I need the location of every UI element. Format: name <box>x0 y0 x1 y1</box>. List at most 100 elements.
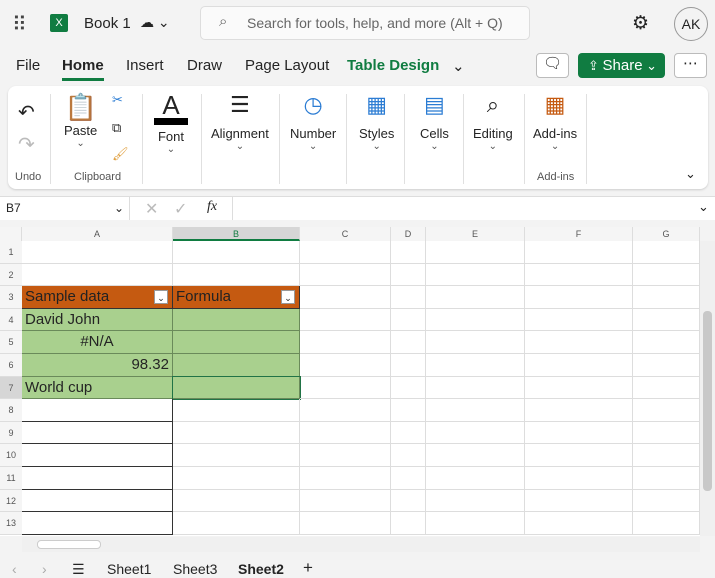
row-header[interactable]: 2 <box>0 263 22 287</box>
row-header[interactable]: 3 <box>0 286 22 309</box>
table-header-cell[interactable]: Sample data ⌄ <box>22 286 173 309</box>
cell[interactable] <box>391 489 426 513</box>
column-header[interactable]: B <box>173 227 300 241</box>
row-header[interactable]: 1 <box>0 241 22 264</box>
cell[interactable] <box>633 354 700 377</box>
cell[interactable] <box>633 512 700 535</box>
tab-draw[interactable]: Draw <box>187 57 222 74</box>
row-header[interactable]: 4 <box>0 308 22 332</box>
cell[interactable] <box>525 354 633 377</box>
cell[interactable] <box>391 331 426 354</box>
cell[interactable] <box>525 467 633 490</box>
search-input[interactable]: ⌕ Search for tools, help, and more (Alt +… <box>200 6 530 40</box>
cell[interactable] <box>525 489 633 513</box>
cell[interactable] <box>22 399 173 422</box>
avatar[interactable]: AK <box>674 7 708 41</box>
column-header[interactable]: A <box>22 227 173 241</box>
cell[interactable] <box>300 489 391 513</box>
cell[interactable] <box>426 512 525 535</box>
cell[interactable] <box>22 421 173 445</box>
cell[interactable] <box>391 308 426 332</box>
cell[interactable] <box>22 512 173 535</box>
cell[interactable] <box>525 376 633 400</box>
table-cell[interactable] <box>173 331 300 354</box>
cancel-icon[interactable]: ✕ <box>145 199 158 219</box>
undo-icon[interactable]: ↶ <box>18 100 35 125</box>
tab-table-design[interactable]: Table Design <box>347 57 439 74</box>
enter-check-icon[interactable]: ✓ <box>174 199 187 219</box>
vertical-scrollbar[interactable] <box>700 241 715 536</box>
editing-button[interactable]: ⌕ Editing ⌄ <box>473 92 513 152</box>
cell[interactable] <box>300 467 391 490</box>
cell[interactable] <box>391 512 426 535</box>
cell[interactable] <box>426 376 525 400</box>
cell[interactable] <box>391 354 426 377</box>
cell[interactable] <box>22 489 173 513</box>
share-button[interactable]: ⇪ Share ⌄ <box>578 53 665 78</box>
cell[interactable] <box>300 331 391 354</box>
cell[interactable] <box>426 421 525 445</box>
cell[interactable] <box>173 467 300 490</box>
app-launcher-icon[interactable]: ⠿ <box>12 12 27 37</box>
tab-insert[interactable]: Insert <box>126 57 164 74</box>
sheet-tab-sheet2[interactable]: Sheet2 <box>238 561 284 577</box>
cell[interactable] <box>391 263 426 287</box>
cell[interactable] <box>300 308 391 332</box>
cell[interactable] <box>426 354 525 377</box>
cell[interactable] <box>525 308 633 332</box>
add-sheet-button[interactable]: + <box>303 558 313 578</box>
column-header[interactable]: G <box>633 227 700 241</box>
tab-home[interactable]: Home <box>62 57 104 81</box>
alignment-button[interactable]: ☰ Alignment ⌄ <box>211 92 269 152</box>
cell[interactable] <box>426 444 525 467</box>
format-painter-icon[interactable]: 🖌 <box>112 146 129 162</box>
column-header[interactable]: E <box>426 227 525 241</box>
row-header[interactable]: 5 <box>0 331 22 354</box>
tab-page-layout[interactable]: Page Layout <box>245 57 329 74</box>
cell[interactable] <box>391 241 426 264</box>
addins-button[interactable]: ▦ Add-ins ⌄ <box>533 92 577 152</box>
name-box[interactable]: B7 ⌄ <box>0 197 130 220</box>
cell[interactable] <box>426 263 525 287</box>
cell[interactable] <box>633 263 700 287</box>
row-header[interactable]: 12 <box>0 489 22 513</box>
cell[interactable] <box>525 241 633 264</box>
table-cell[interactable]: World cup <box>22 376 173 400</box>
prev-sheet-icon[interactable]: ‹ <box>12 561 17 577</box>
row-header[interactable]: 6 <box>0 354 22 377</box>
cell[interactable] <box>525 421 633 445</box>
cell[interactable] <box>633 241 700 264</box>
table-cell[interactable]: 98.32 <box>22 354 173 377</box>
cell[interactable] <box>426 331 525 354</box>
insert-function-button[interactable]: fx <box>207 199 217 215</box>
row-header[interactable]: 9 <box>0 421 22 445</box>
comments-button[interactable]: 🗨 <box>536 53 569 78</box>
table-cell[interactable] <box>172 375 301 401</box>
cell[interactable] <box>173 421 300 445</box>
row-header[interactable]: 11 <box>0 467 22 490</box>
cell[interactable] <box>525 263 633 287</box>
cell[interactable] <box>391 467 426 490</box>
cell[interactable] <box>173 444 300 467</box>
cell[interactable] <box>633 286 700 309</box>
cell[interactable] <box>391 444 426 467</box>
formula-input[interactable] <box>232 197 692 220</box>
cell[interactable] <box>426 467 525 490</box>
paste-button[interactable]: 📋 Paste ⌄ <box>64 92 97 149</box>
cell[interactable] <box>22 241 173 264</box>
workbook-title[interactable]: Book 1 <box>84 15 131 32</box>
cell[interactable] <box>173 263 300 287</box>
spreadsheet-grid[interactable]: A B C D E F G 1 2 3 Sample data ⌄ Formula ⌄ 4 David Joh… <box>0 227 700 536</box>
cell[interactable] <box>300 444 391 467</box>
cell[interactable] <box>633 376 700 400</box>
tab-file[interactable]: File <box>16 57 40 74</box>
cell[interactable] <box>391 286 426 309</box>
cell[interactable] <box>633 444 700 467</box>
cell[interactable] <box>300 512 391 535</box>
cell[interactable] <box>426 489 525 513</box>
copy-icon[interactable]: ⧉ <box>112 120 121 136</box>
cell[interactable] <box>22 444 173 467</box>
cell[interactable] <box>525 444 633 467</box>
collapse-ribbon-chevron-icon[interactable]: ⌄ <box>685 166 696 182</box>
cell[interactable] <box>391 421 426 445</box>
